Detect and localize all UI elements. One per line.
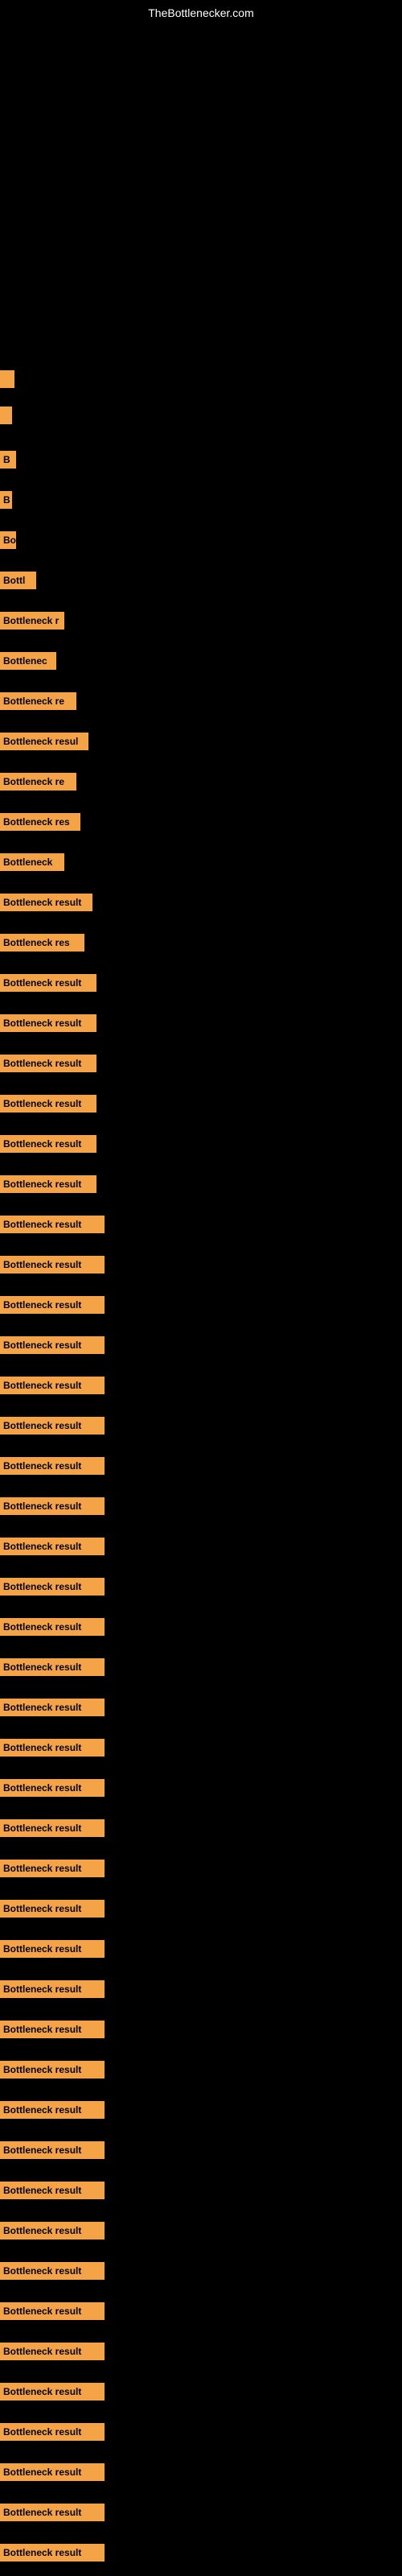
- bottleneck-bar: Bottleneck result: [0, 1055, 96, 1072]
- bottleneck-bar: Bottleneck result: [0, 2141, 105, 2159]
- bottleneck-bar: Bo: [0, 531, 16, 549]
- bottleneck-bar: Bottleneck result: [0, 1779, 105, 1797]
- bottleneck-bar: Bottleneck result: [0, 2222, 105, 2240]
- bottleneck-bar: Bottleneck res: [0, 934, 84, 952]
- bottleneck-bar: Bottleneck result: [0, 1940, 105, 1958]
- bottleneck-bar: Bottleneck result: [0, 1336, 105, 1354]
- bottleneck-bar: Bottleneck result: [0, 1377, 105, 1394]
- bottleneck-bar: Bottlenec: [0, 652, 56, 670]
- bottleneck-bar: Bottleneck result: [0, 2343, 105, 2360]
- bottleneck-bar: Bottleneck r: [0, 612, 64, 630]
- bottleneck-bar: Bottleneck result: [0, 2383, 105, 2401]
- bottleneck-bar: Bottleneck result: [0, 2061, 105, 2079]
- bottleneck-bar: Bottleneck result: [0, 1578, 105, 1596]
- bottleneck-bar: Bottleneck result: [0, 1417, 105, 1435]
- bottleneck-bar: Bottleneck result: [0, 1699, 105, 1716]
- bottleneck-bar: Bottleneck result: [0, 1135, 96, 1153]
- bottleneck-bar: Bottleneck result: [0, 2101, 105, 2119]
- bottleneck-bar: Bottleneck result: [0, 1296, 105, 1314]
- bottleneck-bar: B: [0, 491, 12, 509]
- bottleneck-bar: Bottleneck result: [0, 2423, 105, 2441]
- bottleneck-bar: Bottl: [0, 572, 36, 589]
- bottleneck-bar: Bottleneck result: [0, 2302, 105, 2320]
- bottleneck-bar: Bottleneck result: [0, 894, 92, 911]
- bottleneck-bar: Bottleneck re: [0, 692, 76, 710]
- bottleneck-bar: Bottleneck res: [0, 813, 80, 831]
- bottleneck-bar: Bottleneck result: [0, 1256, 105, 1274]
- bottleneck-bar: Bottleneck result: [0, 2544, 105, 2562]
- bottleneck-bar: Bottleneck result: [0, 1175, 96, 1193]
- bottleneck-bar: Bottleneck: [0, 853, 64, 871]
- bottleneck-bar: Bottleneck result: [0, 2463, 105, 2481]
- bottleneck-bar: Bottleneck result: [0, 1457, 105, 1475]
- site-title: TheBottlenecker.com: [148, 6, 254, 19]
- bottleneck-bar: Bottleneck result: [0, 1095, 96, 1113]
- bottleneck-bar: Bottleneck result: [0, 1819, 105, 1837]
- bottleneck-bar: Bottleneck result: [0, 1618, 105, 1636]
- bottleneck-bar: Bottleneck result: [0, 1860, 105, 1877]
- bottleneck-bar: Bottleneck result: [0, 1900, 105, 1918]
- bottleneck-bar: Bottleneck result: [0, 1216, 105, 1233]
- bottleneck-bar: Bottleneck re: [0, 773, 76, 791]
- bottleneck-bar: Bottleneck result: [0, 1739, 105, 1757]
- bottleneck-bar: Bottleneck result: [0, 2021, 105, 2038]
- bottleneck-bar: Bottleneck result: [0, 1980, 105, 1998]
- bottleneck-bar: Bottleneck result: [0, 2504, 105, 2521]
- bottleneck-bar: Bottleneck result: [0, 1014, 96, 1032]
- bottleneck-bar: Bottleneck result: [0, 1538, 105, 1555]
- bottleneck-bar: Bottleneck result: [0, 1658, 105, 1676]
- bottleneck-bar: Bottleneck result: [0, 974, 96, 992]
- bottleneck-bar: Bottleneck result: [0, 2182, 105, 2199]
- bottleneck-bar: [0, 370, 14, 388]
- bottleneck-bar: Bottleneck resul: [0, 733, 88, 750]
- bottleneck-bar: Bottleneck result: [0, 2262, 105, 2280]
- bottleneck-bar: B: [0, 451, 16, 469]
- bottleneck-bar: [0, 407, 12, 424]
- bottleneck-bar: Bottleneck result: [0, 1497, 105, 1515]
